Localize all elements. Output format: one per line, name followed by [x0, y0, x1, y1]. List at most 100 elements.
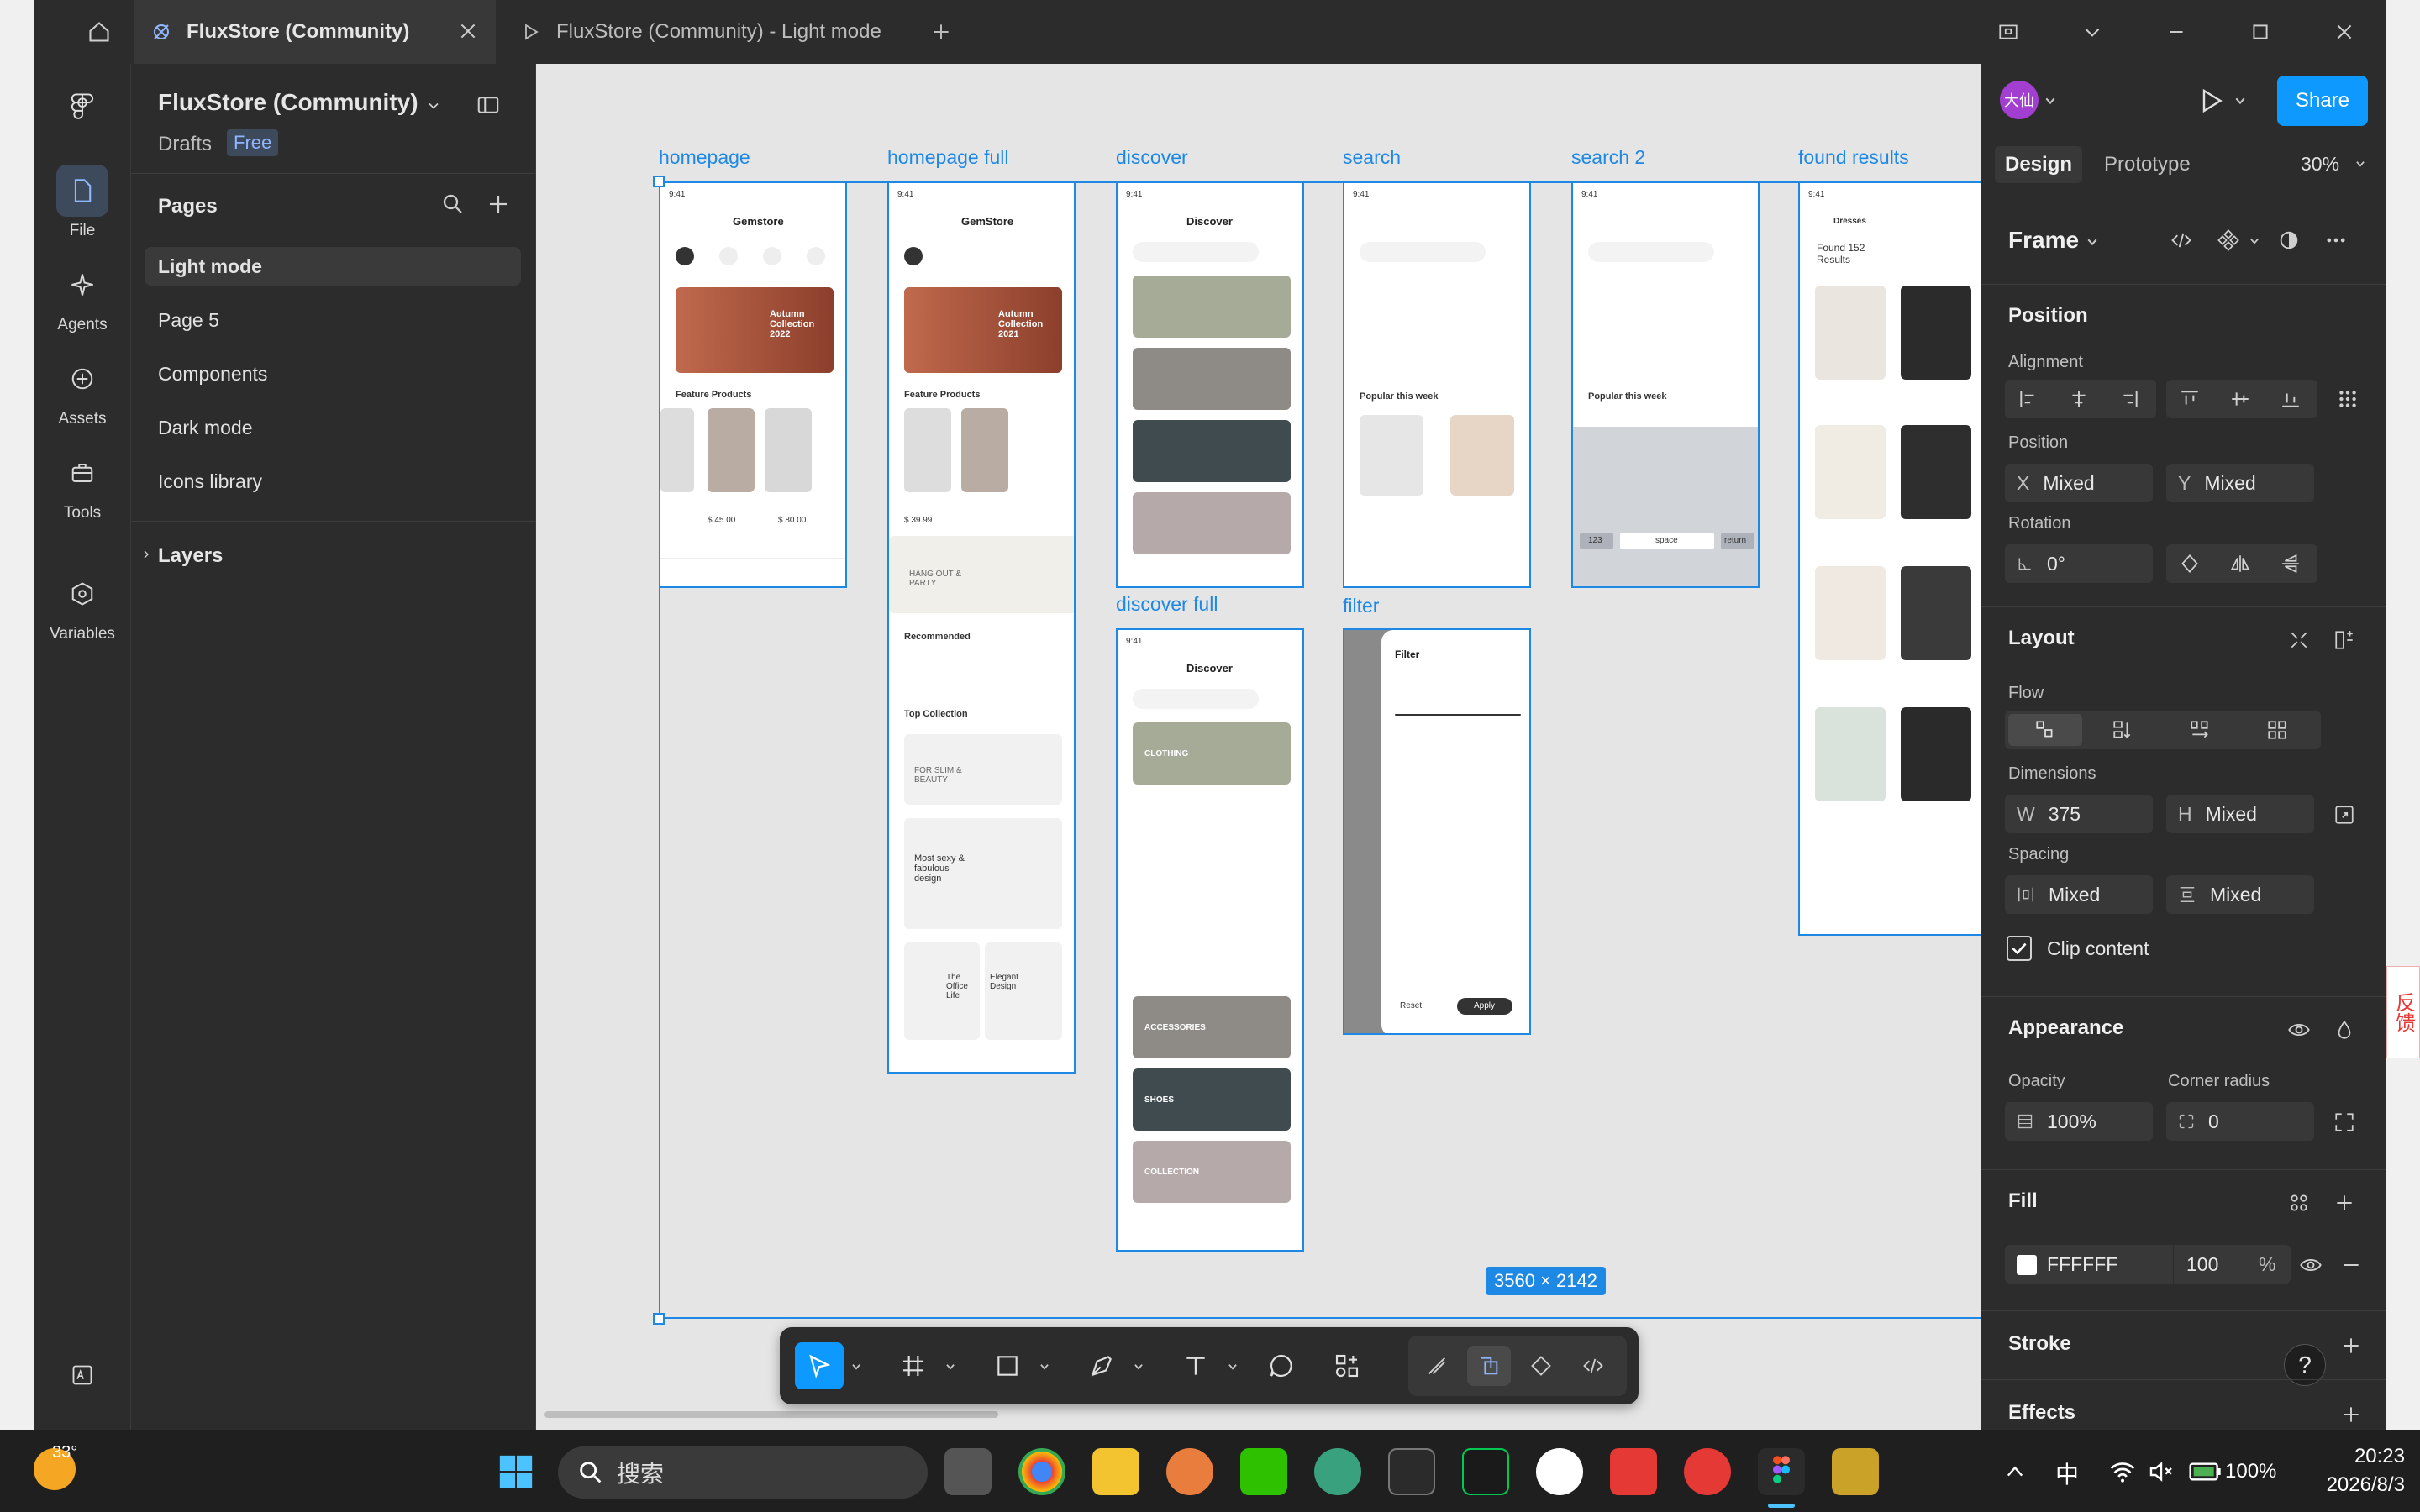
input-method[interactable]: 中	[2055, 1457, 2079, 1490]
figma-icon[interactable]	[1758, 1448, 1805, 1495]
app-icon[interactable]	[1462, 1448, 1509, 1495]
speaker-muted-icon[interactable]	[2148, 1458, 2175, 1485]
chevron-down-icon[interactable]	[2086, 235, 2099, 249]
page-item-dark-mode[interactable]: Dark mode	[145, 408, 521, 447]
resize-handle[interactable]	[653, 176, 665, 187]
chevron-up-icon[interactable]	[2003, 1460, 2027, 1483]
eye-icon[interactable]	[2292, 1247, 2329, 1284]
tab-prototype[interactable]: Prototype	[2104, 153, 2191, 176]
rail-assets[interactable]: Assets	[34, 353, 131, 428]
text-tool[interactable]	[1171, 1342, 1220, 1389]
page-item-page-5[interactable]: Page 5	[145, 301, 521, 339]
clock-time[interactable]: 20:23	[2312, 1445, 2405, 1468]
flip-vertical-icon[interactable]	[2272, 545, 2309, 582]
fill-swatch[interactable]	[2017, 1255, 2037, 1275]
share-button[interactable]: Share	[2277, 76, 2368, 126]
qq-icon[interactable]	[1536, 1448, 1583, 1495]
y-field[interactable]: Y Mixed	[2166, 464, 2314, 502]
youdao-icon[interactable]	[1610, 1448, 1657, 1495]
design-canvas[interactable]: homepage homepage full discover search s…	[536, 64, 1981, 1430]
frame-label-search-2[interactable]: search 2	[1571, 146, 1645, 169]
align-right-icon[interactable]	[2111, 381, 2148, 417]
frame-label-discover[interactable]: discover	[1116, 146, 1188, 169]
layout-grid-icon[interactable]	[2326, 622, 2363, 659]
wifi-icon[interactable]	[2109, 1458, 2136, 1485]
new-tab-icon[interactable]	[924, 15, 958, 49]
flow-vertical-icon[interactable]	[2104, 711, 2141, 748]
add-stroke-icon[interactable]	[2333, 1327, 2370, 1364]
flip-horizontal-icon[interactable]	[2222, 545, 2259, 582]
windows-start-icon[interactable]	[492, 1448, 539, 1495]
battery-icon[interactable]	[2188, 1458, 2222, 1485]
add-fill-icon[interactable]	[2326, 1184, 2363, 1221]
chevron-down-icon[interactable]	[850, 1361, 862, 1373]
more-icon[interactable]	[2317, 222, 2354, 259]
design-mode[interactable]	[1467, 1346, 1511, 1386]
selection-bounds[interactable]	[659, 181, 1981, 1319]
rotate-icon[interactable]	[2171, 545, 2208, 582]
app-icon[interactable]	[1166, 1448, 1213, 1495]
frame-label-homepage[interactable]: homepage	[659, 146, 750, 169]
corner-radius-field[interactable]: 0	[2166, 1102, 2314, 1141]
file-title[interactable]: FluxStore (Community)	[158, 89, 418, 116]
avatar[interactable]: 大仙	[2000, 81, 2039, 119]
opacity-field[interactable]: 100%	[2005, 1102, 2153, 1141]
rail-agents[interactable]: Agents	[34, 259, 131, 334]
align-middle-icon[interactable]	[2222, 381, 2259, 417]
home-icon[interactable]	[82, 15, 116, 49]
clip-content-checkbox[interactable]	[2007, 936, 2032, 961]
feedback-tab[interactable]: 反馈	[2386, 966, 2420, 1058]
align-bottom-icon[interactable]	[2272, 381, 2309, 417]
fill-field[interactable]: FFFFFF 100 %	[2005, 1245, 2291, 1284]
search-icon[interactable]	[440, 192, 466, 217]
remove-fill-icon[interactable]	[2333, 1247, 2370, 1284]
distribute-grid-icon[interactable]	[2329, 381, 2366, 417]
chevron-down-icon[interactable]	[425, 97, 442, 114]
translate-button[interactable]	[34, 1349, 131, 1406]
chevron-down-icon[interactable]	[2233, 94, 2247, 108]
chevron-down-icon[interactable]	[2354, 158, 2366, 170]
task-view-icon[interactable]	[944, 1448, 992, 1495]
resize-handle[interactable]	[653, 1313, 665, 1325]
present-play-icon[interactable]	[2196, 86, 2227, 116]
prototype-mode[interactable]	[1519, 1346, 1563, 1386]
add-effect-icon[interactable]	[2333, 1396, 2370, 1433]
align-center-icon[interactable]	[2060, 381, 2097, 417]
zoom-level[interactable]: 30%	[2301, 153, 2339, 176]
rail-tools[interactable]: Tools	[34, 447, 131, 522]
styles-grid-icon[interactable]	[2281, 1184, 2317, 1221]
figma-menu-button[interactable]	[34, 81, 131, 138]
library-icon[interactable]	[1991, 15, 2025, 49]
close-window-icon[interactable]	[2328, 15, 2361, 49]
chrome-icon[interactable]	[1018, 1448, 1065, 1495]
chevron-down-icon[interactable]	[2075, 15, 2109, 49]
flow-horizontal-icon[interactable]	[2181, 711, 2218, 748]
horizontal-scrollbar[interactable]	[544, 1411, 998, 1418]
chevron-right-icon[interactable]	[139, 546, 153, 563]
page-item-icons-library[interactable]: Icons library	[145, 462, 521, 501]
dev-mode[interactable]	[1571, 1346, 1615, 1386]
frame-label-found-results[interactable]: found results	[1798, 146, 1909, 169]
tab-design[interactable]: Design	[1995, 146, 2083, 183]
chevron-down-icon[interactable]	[2044, 94, 2057, 108]
align-top-icon[interactable]	[2171, 381, 2208, 417]
taskbar-search[interactable]: 搜索	[558, 1446, 928, 1499]
code-icon[interactable]	[2163, 222, 2200, 259]
actions-tool[interactable]	[1323, 1342, 1371, 1389]
app-icon[interactable]	[1314, 1448, 1361, 1495]
comment-tool[interactable]	[1257, 1342, 1306, 1389]
chevron-down-icon[interactable]	[1133, 1361, 1144, 1373]
eye-icon[interactable]	[2281, 1011, 2317, 1048]
layer-type[interactable]: Frame	[2008, 227, 2079, 254]
height-field[interactable]: H Mixed	[2166, 795, 2314, 833]
tab-flux-store[interactable]: FluxStore (Community)	[134, 0, 496, 64]
layers-heading[interactable]: Layers	[158, 544, 223, 568]
independent-corners-icon[interactable]	[2326, 1104, 2363, 1141]
add-page-icon[interactable]	[486, 192, 511, 217]
spacing-horizontal-field[interactable]: Mixed	[2005, 875, 2153, 914]
drafts-link[interactable]: Drafts	[158, 133, 212, 156]
chevron-down-icon[interactable]	[944, 1361, 956, 1373]
close-tab-icon[interactable]	[457, 20, 479, 42]
draw-mode[interactable]	[1415, 1346, 1459, 1386]
chevron-down-icon[interactable]	[2249, 235, 2260, 247]
